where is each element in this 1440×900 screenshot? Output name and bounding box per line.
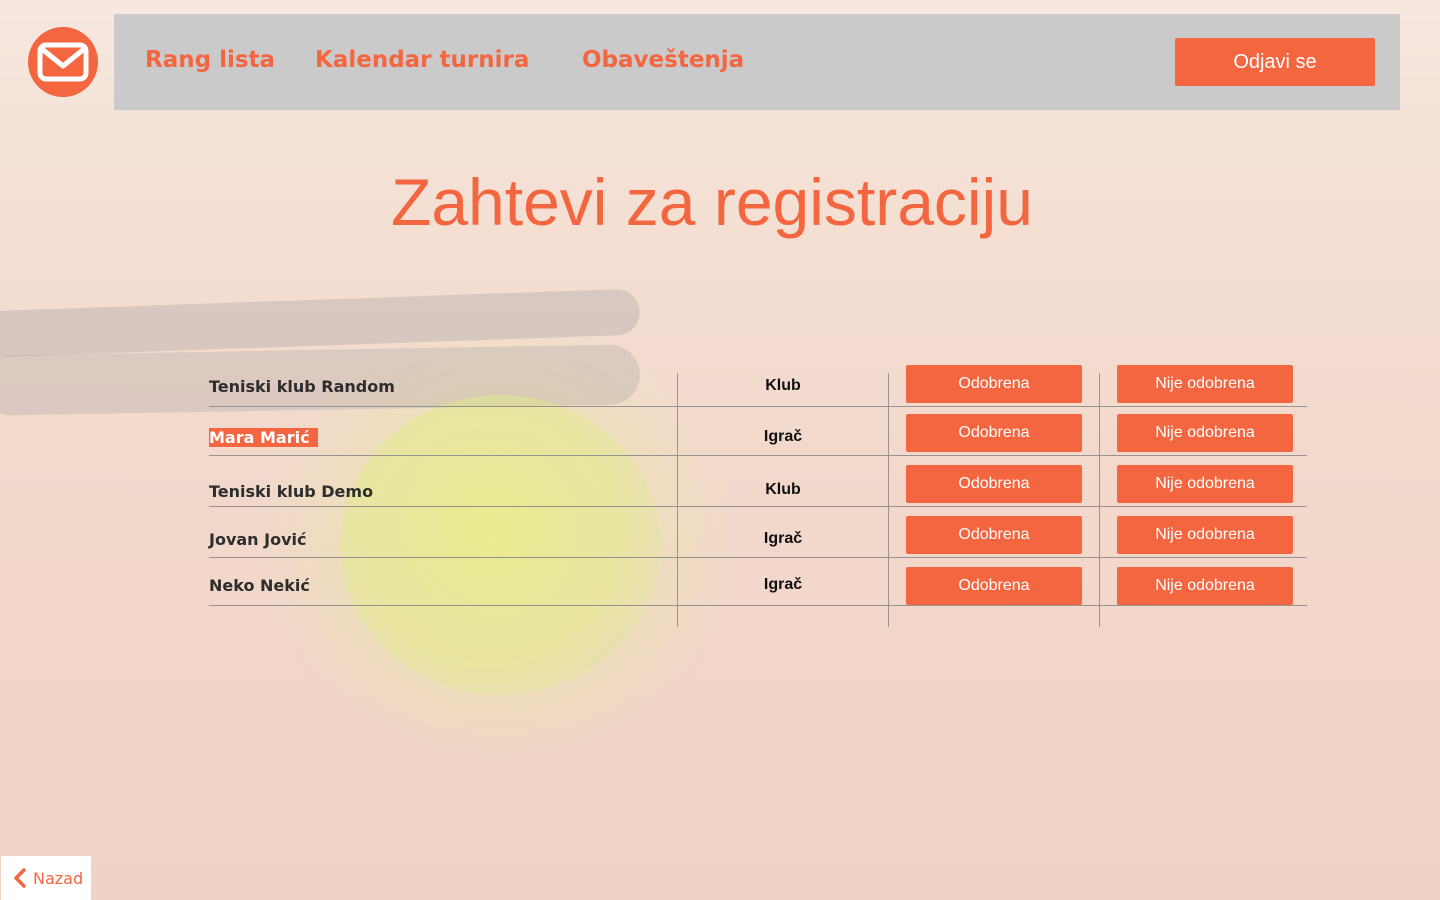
table-row: Neko Nekić Igrač Odobrena Nije odobrena	[209, 558, 1307, 606]
back-button[interactable]: Nazad	[1, 856, 91, 900]
nav-link-obavestenja[interactable]: Obaveštenja	[582, 47, 744, 73]
page-title: Zahtevi za registraciju	[391, 165, 1033, 239]
envelope-icon	[37, 42, 89, 82]
approve-button[interactable]: Odobrena	[906, 516, 1082, 554]
page: Rang lista Kalendar turnira Obaveštenja …	[0, 0, 1440, 900]
approve-button[interactable]: Odobrena	[906, 567, 1082, 605]
request-name: Mara Marić	[209, 428, 318, 447]
request-type: Igrač	[763, 428, 803, 445]
table-row: Teniski klub Random Klub Odobrena Nije o…	[209, 360, 1307, 407]
nav-link-rang-lista[interactable]: Rang lista	[145, 47, 275, 73]
approve-button[interactable]: Odobrena	[906, 414, 1082, 452]
approve-button[interactable]: Odobrena	[906, 365, 1082, 403]
request-type: Igrač	[763, 576, 803, 593]
back-label: Nazad	[33, 868, 84, 888]
request-type: Igrač	[763, 530, 803, 547]
reject-button[interactable]: Nije odobrena	[1117, 516, 1293, 554]
table-row: Jovan Jović Igrač Odobrena Nije odobrena	[209, 507, 1307, 558]
request-name: Jovan Jović	[209, 530, 307, 549]
request-type: Klub	[765, 481, 801, 498]
request-name: Teniski klub Demo	[209, 482, 374, 501]
chevron-left-icon	[14, 868, 26, 888]
table-row: Mara Marić Igrač Odobrena Nije odobrena	[209, 407, 1307, 456]
approve-button[interactable]: Odobrena	[906, 465, 1082, 503]
table-row: Teniski klub Demo Klub Odobrena Nije odo…	[209, 456, 1307, 507]
reject-button[interactable]: Nije odobrena	[1117, 465, 1293, 503]
logo-button[interactable]	[28, 27, 98, 97]
request-name: Neko Nekić	[209, 576, 310, 595]
requests-table: Teniski klub Random Klub Odobrena Nije o…	[209, 360, 1307, 627]
reject-button[interactable]: Nije odobrena	[1117, 365, 1293, 403]
request-name: Teniski klub Random	[209, 377, 395, 396]
reject-button[interactable]: Nije odobrena	[1117, 567, 1293, 605]
reject-button[interactable]: Nije odobrena	[1117, 414, 1293, 452]
logout-button[interactable]: Odjavi se	[1175, 38, 1375, 86]
nav-link-kalendar-turnira[interactable]: Kalendar turnira	[315, 47, 529, 73]
top-navbar: Rang lista Kalendar turnira Obaveštenja …	[114, 14, 1400, 110]
request-type: Klub	[765, 377, 801, 394]
